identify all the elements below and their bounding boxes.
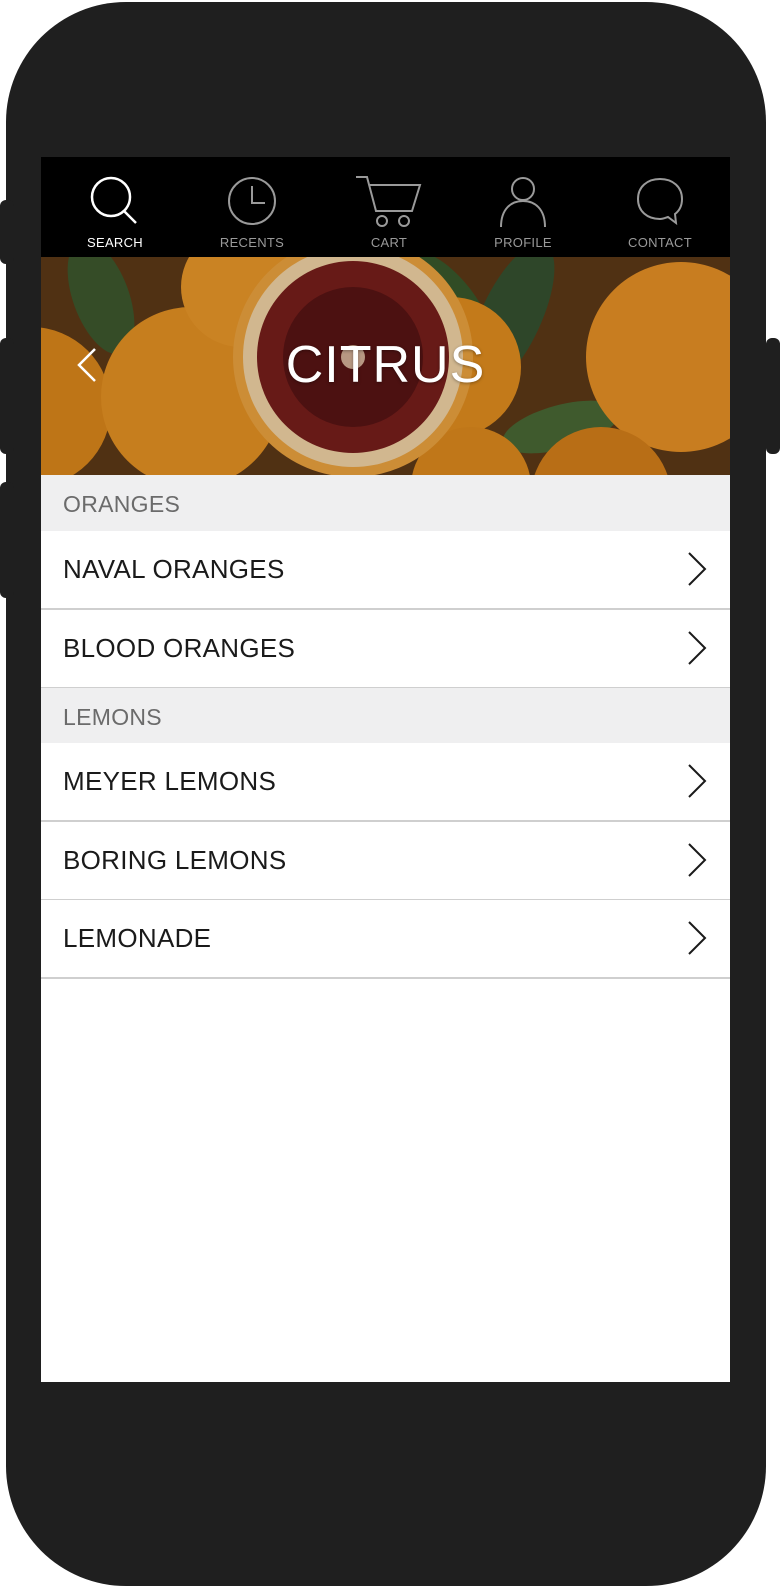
chevron-right-icon (688, 764, 707, 798)
tab-contact[interactable]: CONTACT (600, 157, 720, 257)
chat-bubble-icon (600, 173, 720, 233)
search-icon (55, 173, 175, 233)
tab-label: SEARCH (87, 235, 143, 250)
tab-profile[interactable]: PROFILE (463, 157, 583, 257)
section-header-lemons: LEMONS (41, 688, 730, 744)
list-item-boring-lemons[interactable]: BORING LEMONS (41, 822, 730, 901)
list-item-lemonade[interactable]: LEMONADE (41, 900, 730, 979)
list-item-label: MEYER LEMONS (63, 766, 277, 796)
list-item-label: BORING LEMONS (63, 845, 287, 875)
section-header-oranges: ORANGES (41, 475, 730, 531)
list-item-naval-oranges[interactable]: NAVAL ORANGES (41, 531, 730, 610)
tab-label: CONTACT (628, 235, 692, 250)
list-item-meyer-lemons[interactable]: MEYER LEMONS (41, 743, 730, 822)
chevron-right-icon (688, 552, 707, 586)
section-title: ORANGES (63, 491, 181, 517)
tab-search[interactable]: SEARCH (55, 157, 175, 257)
page-title: CITRUS (285, 336, 486, 394)
list-item-label: BLOOD ORANGES (63, 633, 296, 663)
chevron-right-icon (688, 921, 707, 955)
chevron-right-icon (688, 631, 707, 665)
tab-bar: SEARCH RECENTS CART PROFILE CONTACT (41, 157, 730, 257)
volume-up-button (0, 338, 14, 454)
list-item-label: LEMONADE (63, 923, 212, 953)
clock-icon (192, 173, 312, 233)
tab-label: RECENTS (219, 235, 285, 250)
list-item-label: NAVAL ORANGES (63, 554, 285, 584)
power-button (766, 338, 780, 454)
chevron-right-icon (688, 843, 707, 877)
volume-down-button (0, 482, 14, 598)
section-title: LEMONS (63, 704, 162, 730)
tab-cart[interactable]: CART (329, 157, 449, 257)
app-screen: SEARCH RECENTS CART PROFILE CONTACT CITR… (41, 157, 730, 1382)
hero-banner: CITRUS (41, 257, 730, 475)
tab-recents[interactable]: RECENTS (192, 157, 312, 257)
cart-icon (329, 173, 449, 233)
person-icon (463, 173, 583, 233)
list-item-blood-oranges[interactable]: BLOOD ORANGES (41, 610, 730, 689)
side-button (0, 200, 14, 264)
tab-label: PROFILE (494, 235, 552, 250)
tab-label: CART (370, 235, 408, 250)
